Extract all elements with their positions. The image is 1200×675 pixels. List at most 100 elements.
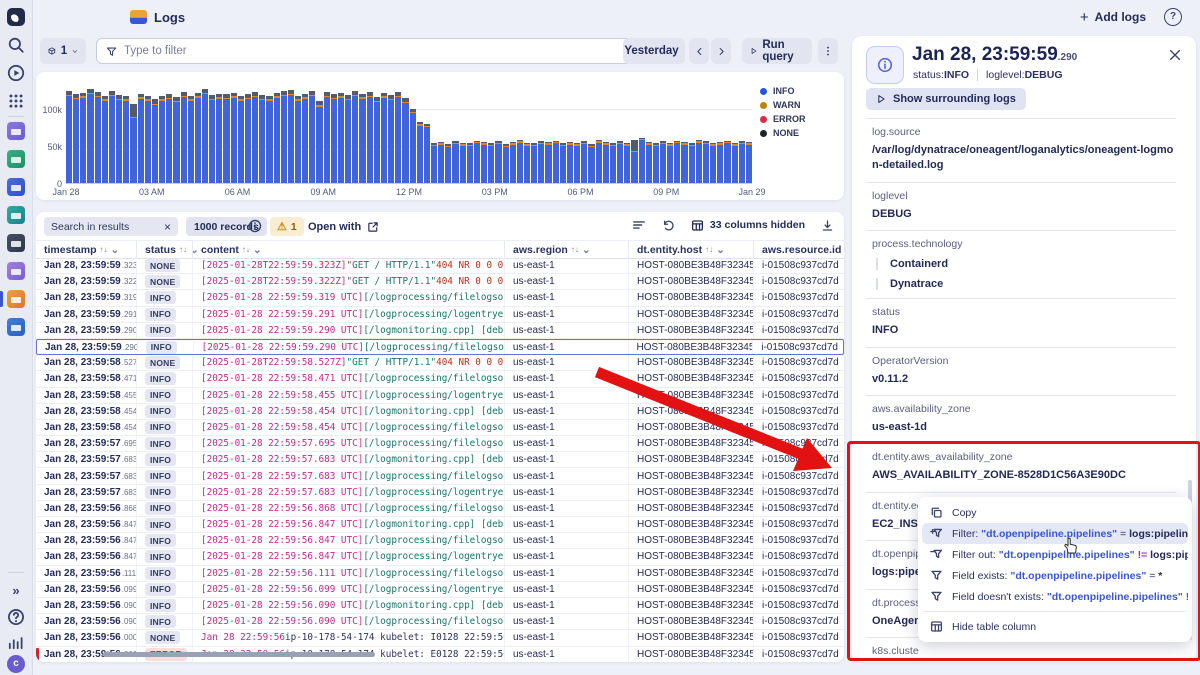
table-row[interactable]: Jan 28, 23:59:56.099INFO[2025-01-28 22:5… xyxy=(36,582,844,598)
column-header-aws.region[interactable]: aws.region↑↓⌄ xyxy=(504,241,628,258)
column-header-dt.entity.host[interactable]: dt.entity.host↑↓⌄ xyxy=(628,241,753,258)
stacked-bar[interactable] xyxy=(95,92,101,183)
stacked-bar[interactable] xyxy=(302,94,308,183)
stacked-bar[interactable] xyxy=(445,144,451,183)
stacked-bar[interactable] xyxy=(188,96,194,183)
user-avatar[interactable]: c xyxy=(7,655,25,673)
table-row[interactable]: Jan 28, 23:59:59.290INFO[2025-01-28 22:5… xyxy=(36,323,844,339)
run-query-button[interactable]: Run query xyxy=(742,38,812,64)
table-row[interactable]: Jan 28, 23:59:57.683INFO[2025-01-28 22:5… xyxy=(36,468,844,484)
stacked-bar[interactable] xyxy=(717,142,723,183)
stacked-bar[interactable] xyxy=(173,97,179,183)
search-in-results-input[interactable]: Search in results × xyxy=(44,217,178,236)
stacked-bar[interactable] xyxy=(410,109,416,183)
menu-item-filter-out[interactable]: Filter out: "dt.openpipeline.pipelines" … xyxy=(922,544,1188,565)
stacked-bar[interactable] xyxy=(545,142,551,183)
stacked-bar[interactable] xyxy=(345,95,351,183)
stacked-bar[interactable] xyxy=(359,94,365,183)
sidebar-item-kubernetes[interactable] xyxy=(7,206,25,224)
stacked-bar[interactable] xyxy=(309,91,315,183)
stacked-bar[interactable] xyxy=(202,89,208,183)
column-header-timestamp[interactable]: timestamp↑↓⌄ xyxy=(36,241,136,258)
columns-hidden-button[interactable]: 33 columns hidden xyxy=(691,219,805,232)
sidebar-item-smartscape[interactable] xyxy=(7,122,25,140)
help-button[interactable]: ? xyxy=(1164,8,1182,26)
collapse-sidebar-icon[interactable]: » xyxy=(7,582,25,600)
table-row[interactable]: Jan 28, 23:59:58.471INFO[2025-01-28 22:5… xyxy=(36,371,844,387)
table-row[interactable]: Jan 28, 23:59:59.319INFO[2025-01-28 22:5… xyxy=(36,290,844,306)
stacked-bar[interactable] xyxy=(295,96,301,183)
legend-item[interactable]: WARN xyxy=(760,98,806,112)
stacked-bar[interactable] xyxy=(80,93,86,183)
stacked-bar[interactable] xyxy=(216,94,222,183)
field-aws.availability_zone[interactable]: aws.availability_zoneus-east-1d xyxy=(866,396,1176,444)
timeframe-prev-button[interactable] xyxy=(689,38,709,64)
stacked-bar[interactable] xyxy=(123,96,129,183)
table-row[interactable]: Jan 28, 23:59:56.847INFO[2025-01-28 22:5… xyxy=(36,517,844,533)
stacked-bar[interactable] xyxy=(259,95,265,183)
stacked-bar[interactable] xyxy=(331,94,337,183)
table-row[interactable]: Jan 28, 23:59:56.000NONEJan 28 22:59:56 … xyxy=(36,630,844,646)
column-header-status[interactable]: status↑↓⌄ xyxy=(136,241,192,258)
stacked-bar[interactable] xyxy=(338,93,344,183)
stacked-bar[interactable] xyxy=(660,141,666,183)
table-row[interactable]: Jan 28, 23:59:57.695INFO[2025-01-28 22:5… xyxy=(36,436,844,452)
show-surrounding-logs-button[interactable]: Show surrounding logs xyxy=(866,88,1026,110)
close-icon[interactable] xyxy=(1168,48,1182,62)
stacked-bar[interactable] xyxy=(252,92,258,183)
app-tab-logs[interactable]: Logs xyxy=(130,7,185,27)
stacked-bar[interactable] xyxy=(166,94,172,183)
stacked-bar[interactable] xyxy=(367,92,373,183)
stacked-bar[interactable] xyxy=(588,144,594,183)
stacked-bar[interactable] xyxy=(181,92,187,183)
menu-item-copy[interactable]: Copy xyxy=(922,502,1188,523)
stacked-bar[interactable] xyxy=(581,141,587,183)
sidebar-item-search[interactable] xyxy=(7,36,25,54)
stacked-bar[interactable] xyxy=(681,142,687,183)
stacked-bar[interactable] xyxy=(138,94,144,183)
stacked-bar[interactable] xyxy=(689,143,695,183)
table-row[interactable]: Jan 28, 23:59:56.847INFO[2025-01-28 22:5… xyxy=(36,533,844,549)
stacked-bar[interactable] xyxy=(495,141,501,183)
table-row[interactable]: Jan 28, 23:59:59.291INFO[2025-01-28 22:5… xyxy=(36,307,844,323)
stacked-bar[interactable] xyxy=(603,142,609,183)
stacked-bar[interactable] xyxy=(266,96,272,183)
table-row[interactable]: Jan 28, 23:59:58.527NONE[2025-01-28T22:5… xyxy=(36,355,844,371)
stacked-bar[interactable] xyxy=(531,143,537,183)
stacked-bar[interactable] xyxy=(553,141,559,184)
menu-item-hide-table-column[interactable]: Hide table column xyxy=(922,616,1188,637)
stacked-bar[interactable] xyxy=(245,94,251,183)
sidebar-item-logs2[interactable] xyxy=(7,318,25,336)
stacked-bar[interactable] xyxy=(488,143,494,183)
table-row[interactable]: Jan 28, 23:59:56.111INFO[2025-01-28 22:5… xyxy=(36,566,844,582)
stacked-bar[interactable] xyxy=(109,91,115,183)
sidebar-item-dashboards[interactable] xyxy=(7,150,25,168)
stacked-bar[interactable] xyxy=(524,143,530,183)
table-row[interactable]: Jan 28, 23:59:57.683INFO[2025-01-28 22:5… xyxy=(36,485,844,501)
stacked-bar[interactable] xyxy=(116,95,122,183)
menu-item-filter[interactable]: Filter: "dt.openpipeline.pipelines" = lo… xyxy=(922,523,1188,544)
stacked-bar[interactable] xyxy=(388,95,394,183)
stacked-bar[interactable] xyxy=(710,143,716,183)
sidebar-item-apps-grid[interactable] xyxy=(7,92,25,110)
stacked-bar[interactable] xyxy=(87,89,93,183)
stacked-bar[interactable] xyxy=(424,124,430,183)
stacked-bar[interactable] xyxy=(223,94,229,183)
stacked-bar[interactable] xyxy=(417,122,423,183)
stacked-bar[interactable] xyxy=(639,138,645,183)
stacked-bar[interactable] xyxy=(624,143,630,183)
sidebar-item-hosts[interactable] xyxy=(7,234,25,252)
menu-item-field-exists[interactable]: Field exists: "dt.openpipeline.pipelines… xyxy=(922,565,1188,586)
stacked-bar[interactable] xyxy=(452,141,458,183)
open-with-button[interactable]: Open with xyxy=(308,217,379,236)
stacked-bar[interactable] xyxy=(460,143,466,183)
info-icon[interactable] xyxy=(248,219,262,233)
dynatrace-logo-icon[interactable] xyxy=(7,8,25,26)
stacked-bar[interactable] xyxy=(130,104,136,183)
stacked-bar[interactable] xyxy=(352,91,358,183)
menu-item-field-doesn-t-exists[interactable]: Field doesn't exists: "dt.openpipeline.p… xyxy=(922,586,1188,607)
stacked-bar[interactable] xyxy=(739,141,745,183)
table-row[interactable]: Jan 28, 23:59:58.454INFO[2025-01-28 22:5… xyxy=(36,420,844,436)
table-row[interactable]: Jan 28, 23:59:56.090INFO[2025-01-28 22:5… xyxy=(36,598,844,614)
stacked-bar[interactable] xyxy=(438,142,444,183)
